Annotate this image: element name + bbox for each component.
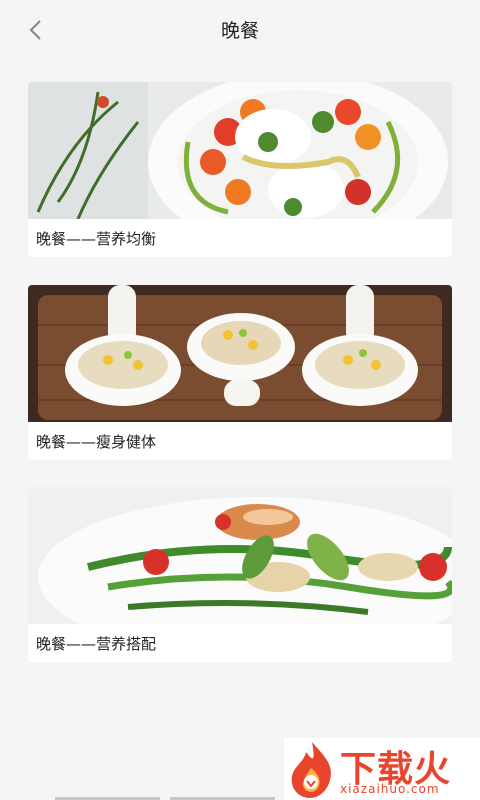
- watermark: 下载火 xiazaihuo.com: [284, 738, 480, 800]
- card-image-caprese: [28, 82, 452, 219]
- recipe-card-pairing[interactable]: 晚餐——营养搭配: [28, 487, 452, 662]
- top-bar: 晚餐: [0, 0, 480, 60]
- page-title: 晚餐: [220, 20, 259, 42]
- card-image-spoons: [28, 285, 452, 422]
- card-label: 晚餐——营养搭配: [28, 624, 452, 662]
- recipe-card-slimming[interactable]: 晚餐——瘦身健体: [28, 285, 452, 460]
- recipe-card-balanced[interactable]: 晚餐——营养均衡: [28, 82, 452, 257]
- card-image-salad: [28, 487, 452, 624]
- card-label: 晚餐——营养均衡: [28, 219, 452, 257]
- watermark-url: xiazaihuo.com: [340, 782, 440, 796]
- card-label: 晚餐——瘦身健体: [28, 422, 452, 460]
- flame-logo-icon: [291, 742, 331, 798]
